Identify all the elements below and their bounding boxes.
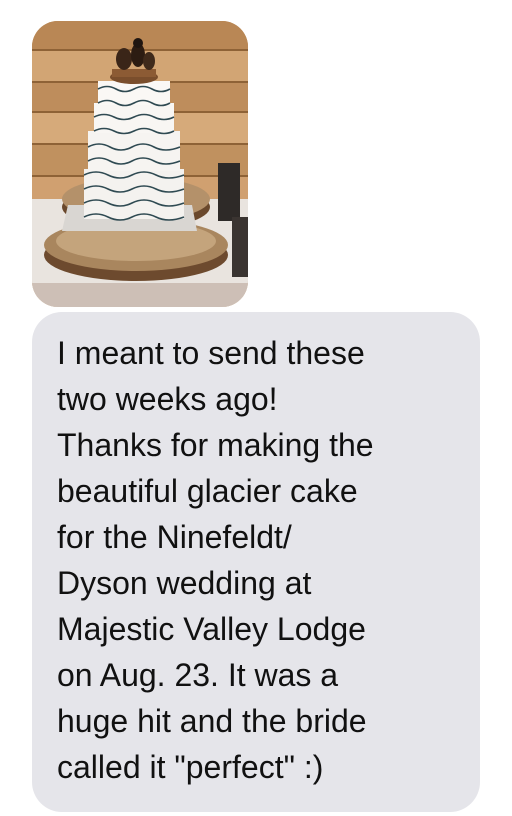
incoming-photo-message[interactable] <box>32 21 248 307</box>
message-text: I meant to send these two weeks ago! Tha… <box>57 335 374 785</box>
message-thread: I meant to send these two weeks ago! Tha… <box>0 0 512 816</box>
incoming-text-message[interactable]: I meant to send these two weeks ago! Tha… <box>32 312 480 812</box>
wedding-cake-photo <box>32 21 248 307</box>
cake-tiers <box>83 81 185 221</box>
